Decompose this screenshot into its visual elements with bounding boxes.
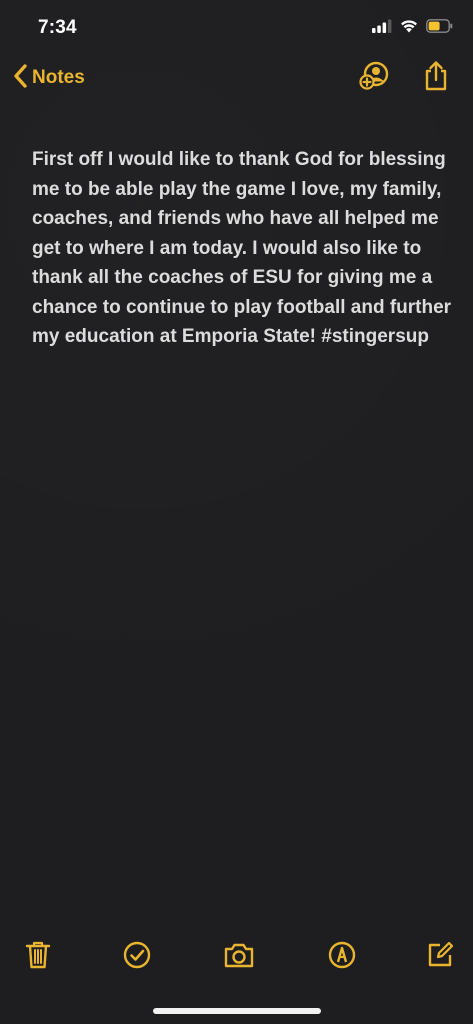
share-icon	[422, 60, 450, 97]
status-indicators	[372, 18, 453, 38]
battery-icon	[426, 18, 453, 38]
camera-button[interactable]	[222, 940, 256, 974]
add-person-button[interactable]	[356, 60, 392, 96]
markup-icon	[327, 940, 357, 975]
notes-screen: 7:34 Notes First off I would like to tha…	[0, 0, 473, 1024]
add-person-icon	[358, 60, 390, 97]
note-text[interactable]: First off I would like to thank God for …	[32, 145, 452, 352]
home-indicator[interactable]	[153, 1008, 321, 1014]
trash-icon	[24, 940, 52, 975]
checklist-button[interactable]	[120, 940, 154, 974]
chevron-left-icon	[12, 63, 28, 94]
share-button[interactable]	[418, 60, 454, 96]
camera-icon	[223, 941, 255, 974]
delete-button[interactable]	[21, 940, 55, 974]
checklist-icon	[122, 940, 152, 975]
cellular-signal-icon	[372, 19, 392, 38]
compose-icon	[425, 940, 455, 975]
wifi-icon	[400, 19, 418, 38]
status-bar: 7:34	[0, 0, 473, 56]
compose-button[interactable]	[423, 940, 457, 974]
back-button[interactable]: Notes	[12, 62, 85, 94]
markup-button[interactable]	[325, 940, 359, 974]
status-time: 7:34	[38, 17, 77, 38]
back-label: Notes	[32, 67, 85, 88]
navigation-bar: Notes	[0, 56, 473, 100]
bottom-toolbar	[0, 940, 473, 980]
